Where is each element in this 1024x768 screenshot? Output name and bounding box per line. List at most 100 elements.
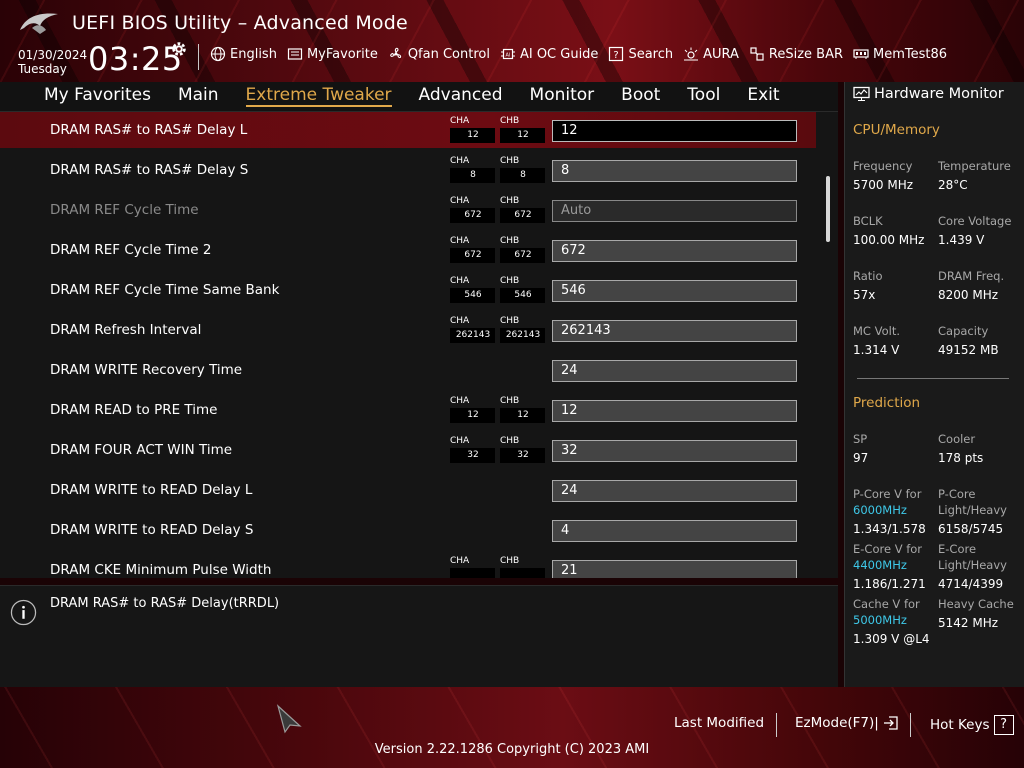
tab-my-favorites[interactable]: My Favorites: [44, 85, 151, 107]
settings-list: DRAM RAS# to RAS# Delay L CHA 12 CHB 12 12 DRA…: [0, 112, 838, 578]
gear-icon[interactable]: [170, 40, 188, 58]
setting-row[interactable]: DRAM WRITE to READ Delay S 4: [0, 512, 816, 548]
menu-tabs: My Favorites Main Extreme Tweaker Advanced M…: [44, 85, 807, 107]
setting-value-field[interactable]: 262143: [552, 320, 797, 342]
memtest86-button[interactable]: MemTest86: [853, 46, 947, 62]
resize-bar-label: ReSize BAR: [768, 46, 844, 62]
tab-exit[interactable]: Exit: [747, 85, 779, 107]
last-modified-button[interactable]: Last Modified: [674, 715, 764, 731]
setting-row[interactable]: DRAM FOUR ACT WIN Time CHA 32 CHB 32 32: [0, 432, 816, 468]
myfavorite-label: MyFavorite: [306, 46, 378, 62]
setting-row[interactable]: DRAM READ to PRE Time CHA 12 CHB 12 12: [0, 392, 816, 428]
setting-row[interactable]: DRAM CKE Minimum Pulse Width CHA CHB 21: [0, 552, 816, 578]
hot-keys-button[interactable]: Hot Keys ?: [930, 715, 1014, 735]
setting-row[interactable]: DRAM REF Cycle Time 2 CHA 672 CHB 672 672: [0, 232, 816, 268]
mouse-cursor-icon: [276, 704, 302, 734]
setting-row[interactable]: DRAM RAS# to RAS# Delay S CHA 8 CHB 8 8: [0, 152, 816, 188]
fan-icon: [389, 47, 401, 59]
bclk-label: BCLK: [853, 214, 883, 228]
tab-main[interactable]: Main: [178, 85, 219, 107]
setting-row[interactable]: DRAM WRITE to READ Delay L 24: [0, 472, 816, 508]
tab-tool[interactable]: Tool: [687, 85, 720, 107]
channel-name: CHB: [500, 116, 520, 126]
setting-value-field[interactable]: 24: [552, 480, 797, 502]
footer-divider: [776, 713, 777, 737]
setting-value-field[interactable]: 4: [552, 520, 797, 542]
myfavorite-button[interactable]: MyFavorite: [287, 46, 378, 62]
setting-value-field[interactable]: 32: [552, 440, 797, 462]
setting-row[interactable]: DRAM Refresh Interval CHA 262143 CHB 262143 2…: [0, 312, 816, 348]
header-divider: [198, 44, 199, 70]
channel-name: CHA: [450, 116, 470, 126]
settings-scrollbar[interactable]: [826, 176, 830, 242]
capacity-value: 49152 MB: [938, 343, 999, 357]
memtest-icon: [853, 49, 869, 59]
setting-row[interactable]: DRAM REF Cycle Time Same Bank CHA 546 CHB 54…: [0, 272, 816, 308]
search-button[interactable]: ? Search: [608, 46, 673, 62]
channel-name: CHA: [450, 156, 470, 166]
setting-value-field[interactable]: 546: [552, 280, 797, 302]
setting-value-field[interactable]: 672: [552, 240, 797, 262]
footer-divider: [910, 713, 911, 737]
setting-value-field[interactable]: Auto: [552, 200, 797, 222]
capacity-label: Capacity: [938, 324, 989, 338]
ecore-v-value: 1.186/1.271: [853, 577, 926, 591]
setting-row[interactable]: DRAM REF Cycle Time CHA 672 CHB 672 Auto: [0, 192, 816, 228]
qfan-control-button[interactable]: Qfan Control: [388, 46, 490, 62]
setting-value-field[interactable]: 24: [552, 360, 797, 382]
channel-value: 32: [450, 448, 495, 463]
channel-value: 12: [500, 408, 545, 423]
channel-value: [500, 568, 545, 578]
channel-name: CHA: [450, 196, 470, 206]
channel-b-readout: CHB 32: [500, 436, 545, 466]
pcore-lh-label-1: P-Core: [938, 487, 976, 501]
aura-icon: [684, 47, 699, 61]
ecore-v-label: E-Core V for: [853, 542, 923, 556]
aura-button[interactable]: AURA: [683, 46, 739, 62]
resize-bar-button[interactable]: ReSize BAR: [749, 46, 843, 62]
setting-value-field[interactable]: 12: [552, 400, 797, 422]
cache-v-label: Cache V for: [853, 597, 920, 611]
setting-label: DRAM RAS# to RAS# Delay S: [50, 162, 249, 178]
setting-label: DRAM REF Cycle Time Same Bank: [50, 282, 280, 298]
header: UEFI BIOS Utility – Advanced Mode 01/30/…: [0, 0, 1024, 82]
mc-volt-label: MC Volt.: [853, 324, 900, 338]
ecore-lh-label-1: E-Core: [938, 542, 977, 556]
setting-row[interactable]: DRAM RAS# to RAS# Delay L CHA 12 CHB 12 12: [0, 112, 816, 148]
setting-row[interactable]: DRAM WRITE Recovery Time 24: [0, 352, 816, 388]
channel-value: 546: [500, 288, 545, 303]
cache-v-freq: 5000MHz: [853, 613, 907, 627]
language-button[interactable]: English: [210, 46, 277, 62]
rog-logo-icon: [20, 13, 58, 34]
ecore-lh-label-2: Light/Heavy: [938, 558, 1007, 572]
channel-value: [450, 568, 495, 578]
setting-value-field[interactable]: 8: [552, 160, 797, 182]
app-title: UEFI BIOS Utility – Advanced Mode: [72, 12, 408, 34]
setting-value-field[interactable]: 12: [552, 120, 797, 142]
tab-extreme-tweaker[interactable]: Extreme Tweaker: [245, 85, 392, 107]
temperature-value: 28°C: [938, 178, 968, 192]
tab-monitor[interactable]: Monitor: [530, 85, 595, 107]
ratio-value: 57x: [853, 288, 876, 302]
channel-name: CHB: [500, 316, 520, 326]
tab-boot[interactable]: Boot: [621, 85, 660, 107]
pcore-lh-value: 6158/5745: [938, 522, 1004, 536]
resize-bar-icon: [750, 47, 764, 61]
cooler-label: Cooler: [938, 432, 976, 446]
channel-name: CHA: [450, 396, 470, 406]
channel-b-readout: CHB 12: [500, 396, 545, 426]
aura-label: AURA: [703, 46, 739, 62]
channel-name: CHA: [450, 316, 470, 326]
ezmode-button[interactable]: EzMode(F7)|: [795, 715, 899, 731]
setting-label: DRAM RAS# to RAS# Delay L: [50, 122, 248, 138]
hot-keys-label: Hot Keys: [930, 717, 990, 733]
channel-value: 546: [450, 288, 495, 303]
channel-name: CHA: [450, 556, 470, 566]
channel-value: 12: [450, 408, 495, 423]
ai-oc-guide-button[interactable]: AI AI OC Guide: [500, 46, 598, 62]
setting-value-field[interactable]: 21: [552, 560, 797, 578]
frequency-label: Frequency: [853, 159, 913, 173]
channel-a-readout: CHA 32: [450, 436, 495, 466]
tab-advanced[interactable]: Advanced: [419, 85, 503, 107]
channel-value: 12: [500, 128, 545, 143]
